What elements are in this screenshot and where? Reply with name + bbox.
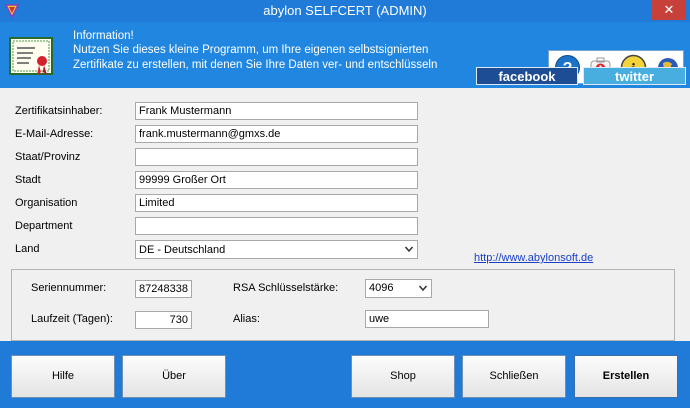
app-window: abylon SELFCERT (ADMIN) ✕ Information! N… (0, 0, 690, 408)
country-label: Land (15, 243, 40, 255)
department-label: Department (15, 220, 73, 232)
department-input[interactable] (135, 217, 418, 235)
city-label: Stadt (15, 174, 41, 186)
window-title: abylon SELFCERT (ADMIN) (263, 3, 427, 18)
button-bar: Hilfe Über Shop Schließen Erstellen (0, 341, 690, 408)
about-button[interactable]: Über (122, 355, 226, 398)
email-input[interactable]: frank.mustermann@gmxs.de (135, 125, 418, 143)
certificate-icon (9, 37, 53, 76)
options-group: Seriennummer: 87248338 Laufzeit (Tagen):… (11, 269, 675, 341)
chevron-down-icon (404, 246, 414, 253)
help-button[interactable]: Hilfe (11, 355, 115, 398)
duration-input[interactable]: 730 (135, 311, 192, 329)
close-button[interactable]: Schließen (462, 355, 566, 398)
email-label: E-Mail-Adresse: (15, 128, 94, 140)
serial-input[interactable]: 87248338 (135, 280, 192, 298)
state-label: Staat/Provinz (15, 151, 81, 163)
organisation-input[interactable]: Limited (135, 194, 418, 212)
country-select-value: DE - Deutschland (139, 244, 226, 256)
info-text-line-2: Zertifikate zu erstellen, mit denen Sie … (73, 59, 438, 71)
rsa-key-select-value: 4096 (369, 282, 394, 294)
title-bar[interactable]: abylon SELFCERT (ADMIN) ✕ (0, 0, 690, 22)
serial-label: Seriennummer: (31, 282, 107, 294)
city-input[interactable]: 99999 Großer Ort (135, 171, 418, 189)
twitter-button[interactable]: twitter (583, 67, 686, 85)
shop-button[interactable]: Shop (351, 355, 455, 398)
owner-input[interactable]: Frank Mustermann (135, 102, 418, 120)
duration-label: Laufzeit (Tagen): (31, 313, 113, 325)
rsa-label: RSA Schlüsselstärke: (233, 282, 339, 294)
country-select[interactable]: DE - Deutschland (135, 240, 418, 259)
owner-label: Zertifikatsinhaber: (15, 105, 103, 117)
chevron-down-icon (418, 285, 428, 292)
organisation-label: Organisation (15, 197, 78, 209)
state-input[interactable] (135, 148, 418, 166)
certificate-form: Zertifikatsinhaber: Frank Mustermann E-M… (0, 88, 690, 341)
alias-label: Alias: (233, 313, 260, 325)
info-title: Information! (73, 30, 134, 42)
alias-input[interactable]: uwe (365, 310, 489, 328)
info-header: Information! Nutzen Sie dieses kleine Pr… (0, 22, 690, 88)
rsa-key-select[interactable]: 4096 (365, 279, 432, 298)
create-button[interactable]: Erstellen (574, 355, 678, 398)
facebook-button[interactable]: facebook (476, 67, 578, 85)
website-link[interactable]: http://www.abylonsoft.de (474, 252, 593, 264)
info-text-line-1: Nutzen Sie dieses kleine Programm, um Ih… (73, 44, 429, 56)
close-window-button[interactable]: ✕ (652, 0, 686, 20)
